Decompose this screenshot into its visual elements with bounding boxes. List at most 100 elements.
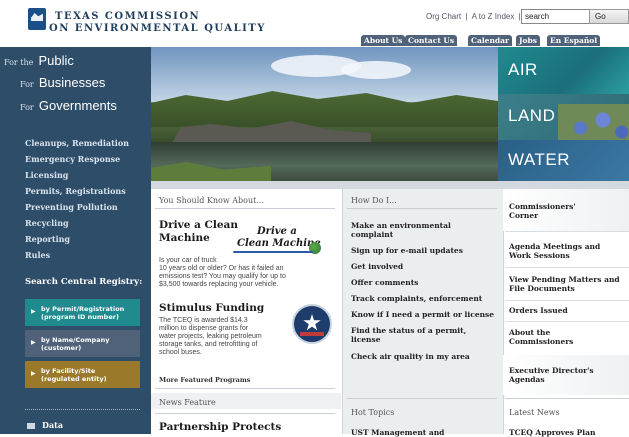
agenda-meetings-line1[interactable]: Agenda Meetings and xyxy=(509,242,600,251)
drive-body-line: Is your car of truck xyxy=(159,257,217,264)
howdo-need-permit[interactable]: Know if I need a permit or license xyxy=(351,310,494,319)
commissioners-separator xyxy=(505,267,629,268)
howdo-make-complaint-line1[interactable]: Make an environmental xyxy=(351,221,451,230)
nav-contact-us[interactable]: Contact Us xyxy=(405,35,458,46)
drive-clean-machine-title-line1[interactable]: Drive a Clean xyxy=(159,219,238,231)
audience-prefix: For xyxy=(20,103,34,112)
howdo-email-updates[interactable]: Sign up for e-mail updates xyxy=(351,246,463,255)
commissioners-corner-line1[interactable]: Commissioners' xyxy=(509,202,576,211)
stimulus-body-line: million to dispense grants for xyxy=(159,325,249,332)
latest-news-item[interactable]: TCEQ Approves Plan xyxy=(509,428,595,437)
arrow-right-icon: ▶ xyxy=(31,370,36,377)
tile-land[interactable]: LAND xyxy=(498,94,629,140)
hot-topic-item[interactable]: UST Management and xyxy=(351,428,444,437)
drive-clean-machine-logo-line1: Drive a xyxy=(257,226,297,237)
sidebar-link-recycling[interactable]: Recycling xyxy=(25,218,69,228)
swoosh-icon xyxy=(233,251,313,253)
about-commissioners-line2[interactable]: Commissioners xyxy=(509,337,573,346)
stimulus-body-line: storage tanks, and retrofitting of xyxy=(159,341,258,348)
data-icon xyxy=(27,423,35,429)
audience-label: Public xyxy=(38,53,74,68)
sidebar-link-cleanups[interactable]: Cleanups, Remediation xyxy=(25,138,129,148)
drive-body-line: emissions test? You may qualify for up t… xyxy=(159,273,286,280)
registry-line1: by Permit/Registration xyxy=(41,305,125,313)
commissioners-separator xyxy=(505,321,629,322)
sidebar-link-rules[interactable]: Rules xyxy=(25,250,50,260)
a-to-z-index-link[interactable]: A to Z Index xyxy=(472,12,515,21)
hot-topics-divider xyxy=(347,398,497,399)
nav-about-us[interactable]: About Us xyxy=(361,35,406,46)
tceq-logo-icon[interactable] xyxy=(28,8,46,30)
sidebar-link-preventing-pollution[interactable]: Preventing Pollution xyxy=(25,202,118,212)
drive-clean-machine-title-line2[interactable]: Machine xyxy=(159,232,210,244)
logo-text-line2[interactable]: ON ENVIRONMENTAL QUALITY xyxy=(49,23,266,34)
star-icon xyxy=(303,314,321,331)
search-go-button[interactable]: Go xyxy=(589,9,629,24)
registry-line2: (program ID number) xyxy=(41,313,119,321)
sidebar-link-permits[interactable]: Permits, Registrations xyxy=(25,186,126,196)
sidebar-link-licensing[interactable]: Licensing xyxy=(25,170,68,180)
registry-line1: by Facility/Site xyxy=(41,367,96,375)
howdo-check-air-quality[interactable]: Check air quality in my area xyxy=(351,352,470,361)
howdo-track-complaints[interactable]: Track complaints, enforcement xyxy=(351,294,482,303)
agenda-meetings-line2[interactable]: Work Sessions xyxy=(509,251,570,260)
pending-matters-line2[interactable]: File Documents xyxy=(509,284,575,293)
logo-text-line1[interactable]: TEXAS COMMISSION xyxy=(55,11,200,22)
commissioners-separator xyxy=(505,231,629,232)
audience-label: Governments xyxy=(38,98,117,113)
news-feature-title[interactable]: Partnership Protects xyxy=(159,421,281,433)
stimulus-body-line: water projects, leaking petroleum xyxy=(159,333,262,340)
howdo-offer-comments[interactable]: Offer comments xyxy=(351,278,418,287)
more-featured-programs-link[interactable]: More Featured Programs xyxy=(159,376,250,384)
sidebar-link-data[interactable]: Data xyxy=(42,420,63,430)
nav-en-espanol[interactable]: En Español xyxy=(547,35,601,46)
nav-calendar[interactable]: Calendar xyxy=(468,35,512,46)
executive-director-agendas-line1[interactable]: Executive Director's xyxy=(509,366,594,375)
howdo-make-complaint-line2[interactable]: complaint xyxy=(351,230,393,239)
tile-water-label: WATER xyxy=(508,150,570,169)
drive-body-line: 10 years old or older? Or has it failed … xyxy=(159,265,284,272)
audience-businesses[interactable]: For Businesses xyxy=(20,72,171,91)
nav-jobs[interactable]: Jobs xyxy=(516,35,541,46)
content-top-strip xyxy=(151,181,629,189)
audience-governments[interactable]: For Governments xyxy=(20,95,171,114)
bluebonnet-image xyxy=(558,104,629,140)
audience-label: Businesses xyxy=(38,75,106,90)
registry-line2: (customer) xyxy=(41,344,82,352)
search-input[interactable] xyxy=(521,9,591,24)
sidebar-divider xyxy=(25,409,140,410)
about-commissioners-line1[interactable]: About the xyxy=(509,328,550,337)
arrow-right-icon: ▶ xyxy=(31,308,36,315)
util-separator: | xyxy=(465,12,468,21)
news-feature-heading: News Feature xyxy=(159,398,216,407)
left-sidebar: For the Public For Businesses For Govern… xyxy=(0,47,151,434)
org-chart-link[interactable]: Org Chart xyxy=(426,12,461,21)
audience-public[interactable]: For the Public xyxy=(4,50,155,69)
hero-photo xyxy=(151,47,498,181)
drive-body-line: $3,500 towards replacing your vehicle. xyxy=(159,281,279,288)
drive-clean-machine-logo[interactable]: Drive a Clean Machine xyxy=(233,223,323,257)
sidebar-link-emergency[interactable]: Emergency Response xyxy=(25,154,120,164)
pending-matters-line1[interactable]: View Pending Matters and xyxy=(509,275,620,284)
stimulus-body-line: The TCEQ is awarded $14.3 xyxy=(159,317,248,324)
tile-water[interactable]: WATER xyxy=(498,140,629,181)
arrow-right-icon: ▶ xyxy=(31,339,36,346)
orders-issued-link[interactable]: Orders Issued xyxy=(509,306,568,315)
registry-by-name-button[interactable]: ▶ by Name/Company (customer) xyxy=(25,330,140,357)
tile-air[interactable]: AIR xyxy=(498,47,629,94)
sidebar-link-reporting[interactable]: Reporting xyxy=(25,234,70,244)
commissioners-separator xyxy=(505,300,629,301)
search-registry-title: Search Central Registry: xyxy=(25,277,143,287)
registry-by-facility-button[interactable]: ▶ by Facility/Site (regulated entity) xyxy=(25,361,140,388)
stimulus-funding-title[interactable]: Stimulus Funding xyxy=(159,302,264,314)
registry-by-permit-button[interactable]: ▶ by Permit/Registration (program ID num… xyxy=(25,299,140,326)
commissioners-corner-line2[interactable]: Corner xyxy=(509,211,538,220)
executive-director-agendas-line2[interactable]: Agendas xyxy=(509,375,545,384)
howdo-permit-status-line2[interactable]: license xyxy=(351,335,380,344)
howdo-get-involved[interactable]: Get involved xyxy=(351,262,403,271)
stripe-icon xyxy=(300,332,324,336)
search-go-label: Go xyxy=(595,12,606,21)
howdo-permit-status-line1[interactable]: Find the status of a permit, xyxy=(351,326,466,335)
how-do-i-heading: How Do I... xyxy=(351,196,397,205)
recovery-act-badge-icon[interactable] xyxy=(292,304,332,344)
